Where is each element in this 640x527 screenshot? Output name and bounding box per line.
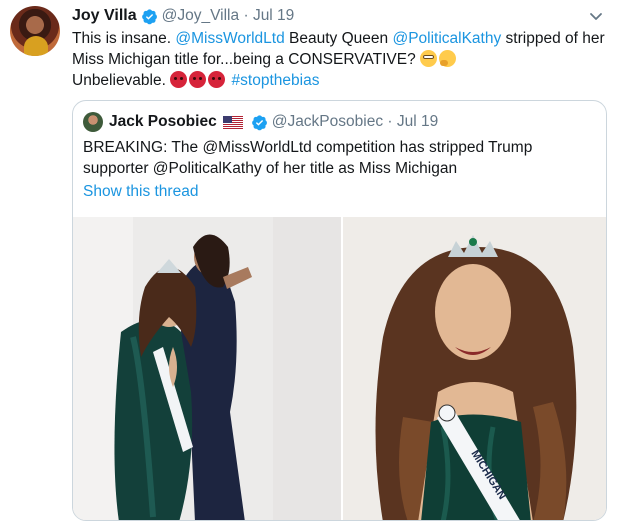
timestamp[interactable]: Jul 19	[253, 7, 294, 25]
photo-crowning[interactable]	[73, 217, 341, 520]
separator: ·	[243, 7, 249, 24]
mention-link[interactable]: @PoliticalKathy	[392, 30, 501, 47]
portrait-photo-image: MICHIGAN	[343, 217, 606, 520]
chevron-down-icon[interactable]	[588, 8, 604, 24]
text-segment: This is insane.	[72, 30, 176, 47]
show-thread-link[interactable]: Show this thread	[83, 183, 198, 201]
separator: ·	[387, 113, 393, 130]
handle[interactable]: @Joy_Villa	[162, 7, 240, 25]
tweet-header: Joy Villa @Joy_Villa · Jul 19	[72, 5, 294, 27]
thinking-face-icon	[439, 50, 457, 67]
quoted-timestamp[interactable]: Jul 19	[397, 113, 438, 131]
hashtag-link[interactable]: #stopthebias	[232, 72, 320, 89]
verified-badge-icon	[141, 8, 157, 24]
quoted-handle[interactable]: @JackPosobiec	[272, 113, 383, 131]
quoted-tweet[interactable]: Jack Posobiec @JackPosobiec · Jul 19 BRE…	[72, 100, 607, 521]
text-segment: Beauty Queen	[284, 30, 393, 47]
text-segment: Unbelievable.	[72, 72, 171, 89]
tweet-text: This is insane. @MissWorldLtd Beauty Que…	[72, 28, 627, 91]
quoted-display-name[interactable]: Jack Posobiec	[109, 113, 217, 131]
avatar[interactable]	[10, 6, 60, 56]
verified-badge-icon	[251, 114, 267, 130]
angry-face-icon	[189, 71, 207, 88]
photo-grid: MICHIGAN	[73, 217, 606, 520]
tweet[interactable]: Joy Villa @Joy_Villa · Jul 19 This is in…	[0, 0, 640, 527]
crowning-photo-image	[73, 217, 341, 520]
mention-link[interactable]: @MissWorldLtd	[175, 30, 284, 47]
display-name[interactable]: Joy Villa	[72, 7, 137, 25]
us-flag-icon	[222, 115, 243, 129]
quoted-tweet-header: Jack Posobiec @JackPosobiec · Jul 19	[83, 111, 438, 133]
quoted-tweet-text: BREAKING: The @MissWorldLtd competition …	[83, 139, 533, 177]
angry-face-icon	[208, 71, 226, 88]
photo-portrait[interactable]: MICHIGAN	[343, 217, 606, 520]
flushed-face-icon	[420, 50, 438, 67]
quoted-avatar[interactable]	[83, 112, 103, 132]
angry-face-icon	[170, 71, 188, 88]
